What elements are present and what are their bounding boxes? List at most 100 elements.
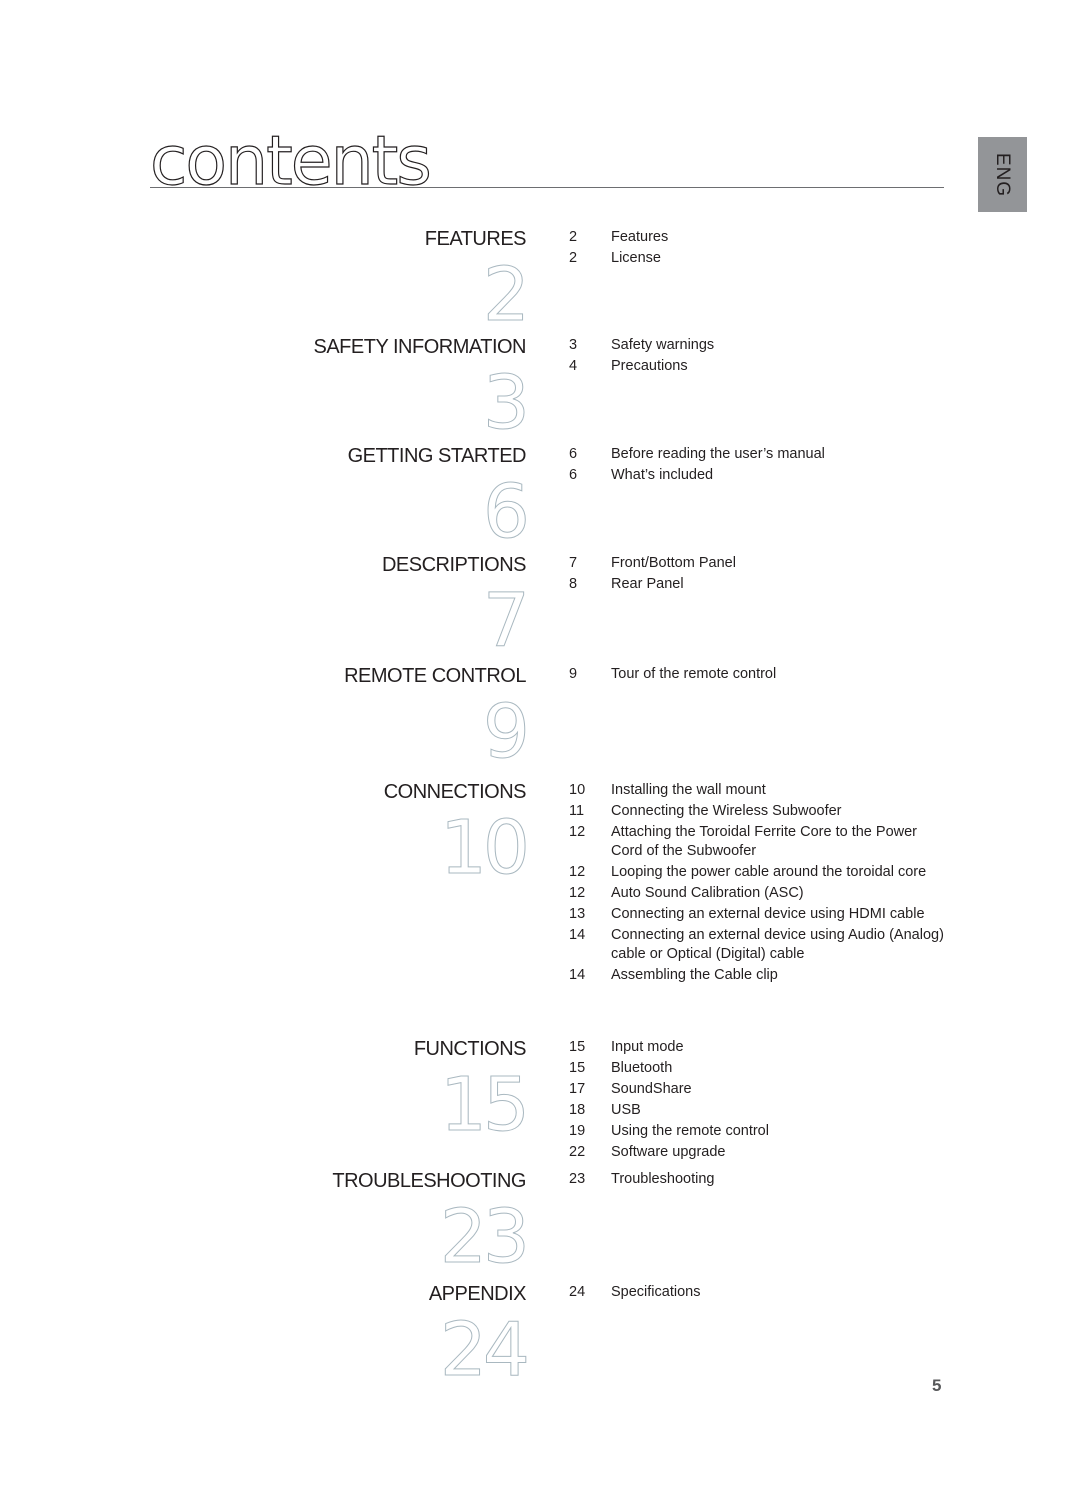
toc-entry[interactable]: 13 Connecting an external device using HD… xyxy=(565,905,945,924)
entry-page-number: 2 xyxy=(569,250,578,266)
entry-label: USB xyxy=(611,1102,641,1118)
section-chapter-number: 2 xyxy=(482,252,530,338)
section-heading[interactable]: TROUBLESHOOTING xyxy=(332,1170,526,1193)
section-chapter-number: 10 xyxy=(439,805,530,891)
entry-label: Auto Sound Calibration (ASC) xyxy=(611,885,804,901)
entry-label: License xyxy=(611,250,661,266)
section-chapter-number: 15 xyxy=(439,1062,530,1148)
entry-page-number: 7 xyxy=(569,555,578,571)
toc-entry[interactable]: 23 Troubleshooting xyxy=(565,1170,945,1189)
toc-entry[interactable]: 2 Features xyxy=(565,228,945,247)
page-title-text: contents xyxy=(149,122,432,201)
entry-label: Precautions xyxy=(611,358,688,374)
section-entries: 23 Troubleshooting xyxy=(565,1170,945,1191)
entry-label: Using the remote control xyxy=(611,1123,769,1139)
entry-page-number: 22 xyxy=(569,1144,586,1160)
section-chapter-number: 7 xyxy=(482,578,530,664)
toc-entry[interactable]: 14 Assembling the Cable clip xyxy=(565,966,945,985)
section-heading[interactable]: REMOTE CONTROL xyxy=(344,665,526,688)
entry-page-number: 19 xyxy=(569,1123,586,1139)
entry-label: Tour of the remote control xyxy=(611,666,777,682)
toc-entry[interactable]: 22 Software upgrade xyxy=(565,1143,945,1162)
toc-entry[interactable]: 19 Using the remote control xyxy=(565,1122,945,1141)
entry-page-number: 11 xyxy=(569,803,585,819)
entry-page-number: 6 xyxy=(569,467,578,483)
entry-page-number: 12 xyxy=(569,885,586,901)
entry-label: Installing the wall mount xyxy=(611,782,766,798)
section-heading[interactable]: FEATURES xyxy=(425,228,527,251)
entry-page-number: 3 xyxy=(569,337,578,353)
entry-label: SoundShare xyxy=(611,1081,692,1097)
section-entries: 9 Tour of the remote control xyxy=(565,665,945,686)
section-entries: 10 Installing the wall mount 11 Connecting … xyxy=(565,781,945,987)
section-entries: 6 Before reading the user’s manual 6 What’s… xyxy=(565,445,945,487)
entry-label: Troubleshooting xyxy=(611,1171,715,1187)
section-heading[interactable]: DESCRIPTIONS xyxy=(382,554,527,577)
section-heading[interactable]: GETTING STARTED xyxy=(348,445,527,468)
entry-label: Looping the power cable around the toroi… xyxy=(611,864,927,880)
section-heading[interactable]: SAFETY INFORMATION xyxy=(314,336,527,359)
toc-entry[interactable]: 12 Looping the power cable around the tor… xyxy=(565,863,945,882)
toc-entry[interactable]: 6 What’s included xyxy=(565,466,945,485)
entry-label: Connecting an external device using Audi… xyxy=(611,927,944,962)
entry-page-number: 12 xyxy=(569,864,586,880)
toc-entry[interactable]: 18 USB xyxy=(565,1101,945,1120)
entry-page-number: 4 xyxy=(569,358,578,374)
section-entries: 3 Safety warnings 4 Precautions xyxy=(565,336,945,378)
language-tab[interactable]: ENG xyxy=(978,137,1027,212)
entry-label: Software upgrade xyxy=(611,1144,726,1160)
entry-label: Attaching the Toroidal Ferrite Core to t… xyxy=(611,824,918,859)
entry-page-number: 15 xyxy=(569,1039,586,1055)
entry-page-number: 13 xyxy=(569,906,586,922)
section-heading[interactable]: APPENDIX xyxy=(429,1283,527,1306)
section-chapter-number: 9 xyxy=(482,689,530,775)
title-divider xyxy=(150,187,944,188)
entry-label: Rear Panel xyxy=(611,576,684,592)
toc-entry[interactable]: 10 Installing the wall mount xyxy=(565,781,945,800)
entry-page-number: 14 xyxy=(569,967,586,983)
toc-entry[interactable]: 11 Connecting the Wireless Subwoofer xyxy=(565,802,945,821)
page-title: contents xyxy=(149,127,432,196)
entry-label: Input mode xyxy=(611,1039,684,1055)
entry-page-number: 12 xyxy=(569,824,586,840)
toc-entry[interactable]: 9 Tour of the remote control xyxy=(565,665,945,684)
toc-entry[interactable]: 8 Rear Panel xyxy=(565,575,945,594)
section-chapter-number: 6 xyxy=(482,469,530,555)
entry-page-number: 15 xyxy=(569,1060,586,1076)
section-entries: 7 Front/Bottom Panel 8 Rear Panel xyxy=(565,554,945,596)
entry-page-number: 2 xyxy=(569,229,578,245)
entry-page-number: 18 xyxy=(569,1102,586,1118)
section-heading[interactable]: CONNECTIONS xyxy=(384,781,527,804)
entry-page-number: 10 xyxy=(569,782,586,798)
toc-entry[interactable]: 4 Precautions xyxy=(565,357,945,376)
section-chapter-number: 24 xyxy=(439,1307,530,1393)
toc-entry[interactable]: 24 Specifications xyxy=(565,1283,945,1302)
toc-entry[interactable]: 12 Attaching the Toroidal Ferrite Core to… xyxy=(565,823,945,861)
entry-label: What’s included xyxy=(611,467,714,483)
section-chapter-number: 3 xyxy=(482,360,530,446)
entry-page-number: 9 xyxy=(569,666,578,682)
toc-entry[interactable]: 15 Bluetooth xyxy=(565,1059,945,1078)
language-tab-label: ENG xyxy=(992,152,1014,197)
entry-label: Connecting the Wireless Subwoofer xyxy=(611,803,842,819)
toc-entry[interactable]: 12 Auto Sound Calibration (ASC) xyxy=(565,884,945,903)
section-entries: 15 Input mode 15 Bluetooth 17 SoundShare 18 USB… xyxy=(565,1038,945,1164)
toc-entry[interactable]: 17 SoundShare xyxy=(565,1080,945,1099)
toc-entry[interactable]: 6 Before reading the user’s manual xyxy=(565,445,945,464)
entry-page-number: 8 xyxy=(569,576,578,592)
toc-entry[interactable]: 14 Connecting an external device using Au… xyxy=(565,926,945,964)
entry-page-number: 23 xyxy=(569,1171,586,1187)
toc-entry[interactable]: 7 Front/Bottom Panel xyxy=(565,554,945,573)
page-number: 5 xyxy=(932,1376,942,1395)
toc-entry[interactable]: 15 Input mode xyxy=(565,1038,945,1057)
entry-label: Front/Bottom Panel xyxy=(611,555,736,571)
section-heading[interactable]: FUNCTIONS xyxy=(414,1038,527,1061)
section-entries: 2 Features 2 License xyxy=(565,228,945,270)
entry-label: Features xyxy=(611,229,669,245)
section-entries: 24 Specifications xyxy=(565,1283,945,1304)
entry-page-number: 17 xyxy=(569,1081,586,1097)
entry-label: Safety warnings xyxy=(611,337,715,353)
toc-entry[interactable]: 3 Safety warnings xyxy=(565,336,945,355)
toc-entry[interactable]: 2 License xyxy=(565,249,945,268)
entry-page-number: 14 xyxy=(569,927,586,943)
